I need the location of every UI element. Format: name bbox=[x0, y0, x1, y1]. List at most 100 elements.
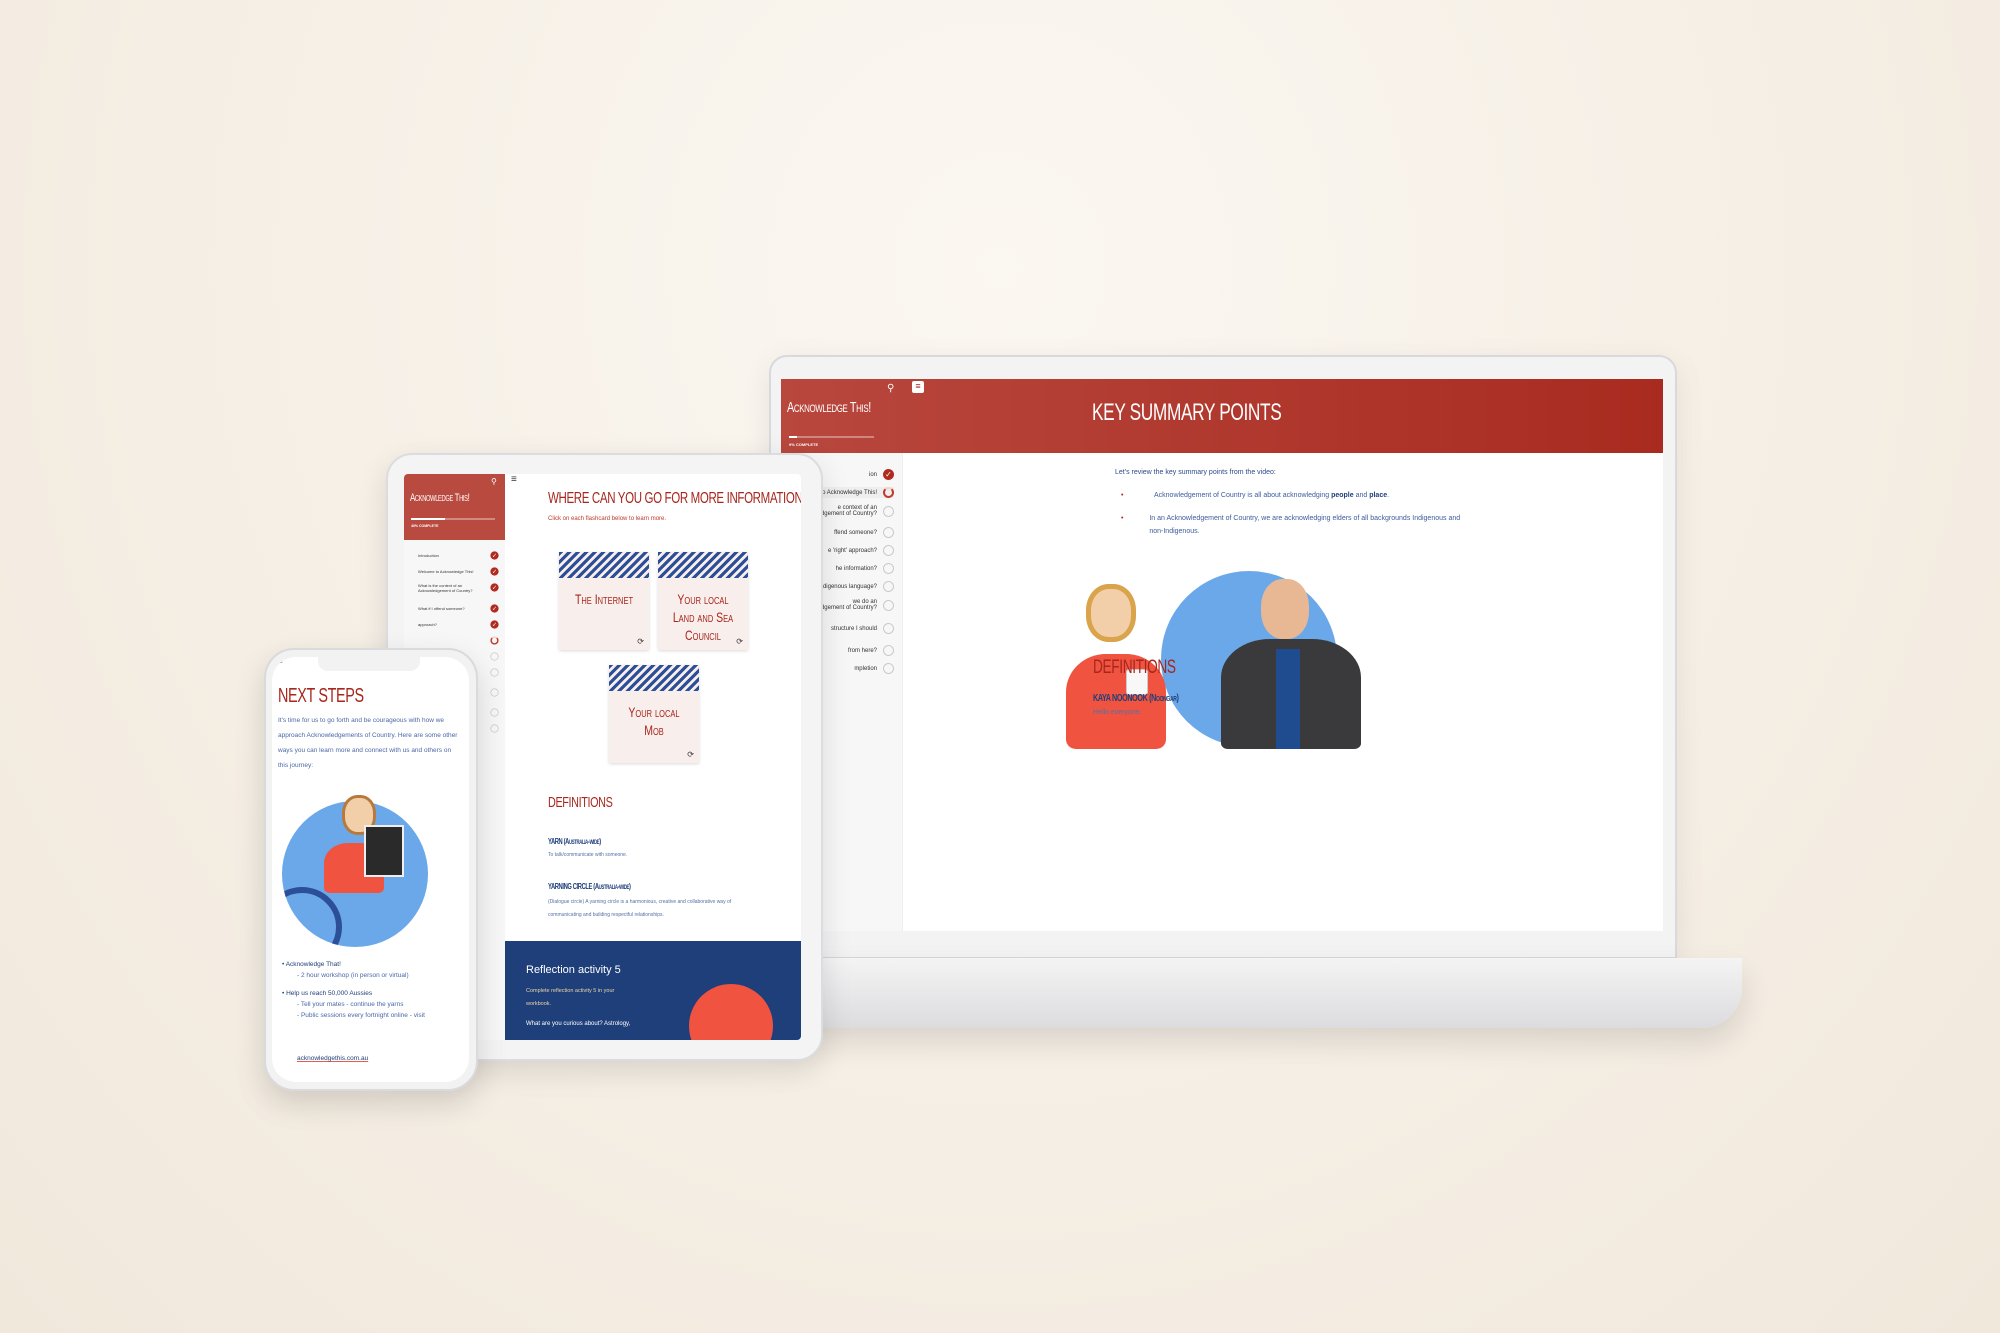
sidebar-item-label: What if I offend someone? bbox=[418, 606, 465, 611]
menu-icon[interactable]: ≡ bbox=[912, 381, 924, 393]
flip-icon: ⟳ bbox=[687, 750, 694, 759]
reflection-question: What are you curious about? Astrology, bbox=[526, 1021, 631, 1027]
sidebar-item-label: he information? bbox=[835, 565, 877, 572]
website-link[interactable]: acknowledgethis.com.au bbox=[297, 1055, 368, 1062]
incomplete-circle-icon bbox=[883, 545, 894, 556]
check-complete-icon: ✓ bbox=[883, 469, 894, 480]
bullet-icon: • bbox=[1121, 515, 1124, 522]
sidebar-item[interactable]: structure I should bbox=[831, 623, 894, 634]
sidebar-item[interactable] bbox=[410, 635, 500, 646]
incomplete-circle-icon bbox=[883, 645, 894, 656]
incomplete-circle-icon bbox=[883, 581, 894, 592]
sidebar-item-label: e 'right' approach? bbox=[828, 547, 877, 554]
flashcard[interactable]: Your local Mob ⟳ bbox=[609, 665, 699, 763]
incomplete-circle-icon bbox=[490, 652, 499, 661]
incomplete-circle-icon bbox=[490, 724, 499, 733]
laptop-base bbox=[752, 958, 1742, 1028]
sidebar-item[interactable]: ffend someone? bbox=[834, 527, 894, 538]
menu-icon[interactable]: ≡ bbox=[511, 474, 517, 485]
list-item-heading: • Help us reach 50,000 Aussies bbox=[282, 990, 373, 997]
sidebar-item-label: ffend someone? bbox=[834, 529, 877, 536]
incomplete-circle-icon bbox=[490, 708, 499, 717]
list-item-heading: • Acknowledge That! bbox=[282, 961, 341, 968]
in-progress-icon bbox=[490, 636, 499, 645]
progress-label: 9% COMPLETE bbox=[789, 442, 819, 447]
progress-bar bbox=[789, 436, 874, 438]
sidebar-item-label: approach? bbox=[418, 622, 437, 627]
bullet-text: Acknowledgement of Country is all about … bbox=[1154, 492, 1390, 499]
laptop-screen: Acknowledge This! ⚲ ≡ 9% COMPLETE KEY SU… bbox=[781, 379, 1663, 931]
sidebar-item-label: to Acknowledge This! bbox=[820, 489, 877, 496]
sidebar-item-label: mpletion bbox=[854, 665, 877, 672]
tablet-sidebar-header: ⚲ Acknowledge This! 40% COMPLETE bbox=[404, 474, 505, 540]
phone-notch bbox=[318, 657, 420, 671]
flashcard[interactable]: Your local Land and Sea Council ⟳ bbox=[658, 552, 748, 650]
sidebar-item[interactable]: he information? bbox=[836, 563, 894, 574]
sidebar-item[interactable]: e context of an dgement of Country? bbox=[821, 505, 894, 517]
incomplete-circle-icon bbox=[490, 688, 499, 697]
sidebar-item[interactable]: to Acknowledge This! bbox=[820, 487, 894, 498]
course-title: Acknowledge This! bbox=[787, 399, 871, 416]
reflection-text: Complete reflection activity 5 in your w… bbox=[526, 988, 615, 1007]
flip-icon: ⟳ bbox=[736, 637, 743, 646]
laptop-header: Acknowledge This! ⚲ ≡ 9% COMPLETE KEY SU… bbox=[781, 379, 1663, 453]
sidebar-item-label: Introduction bbox=[418, 553, 439, 558]
incomplete-circle-icon bbox=[883, 599, 894, 611]
menu-icon[interactable]: ≡ bbox=[278, 657, 283, 666]
sidebar-item[interactable]: from here? bbox=[848, 645, 894, 656]
list-item-detail: - Public sessions every fortnight online… bbox=[297, 1012, 425, 1019]
search-icon[interactable]: ⚲ bbox=[491, 477, 497, 486]
page-title: KEY SUMMARY POINTS bbox=[1092, 399, 1282, 426]
sidebar-item-label: What is the context of an Acknowledgemen… bbox=[418, 582, 473, 593]
sidebar-item-label: e context of an dgement of Country? bbox=[820, 505, 877, 517]
sidebar-item[interactable]: Indigenous language? bbox=[818, 581, 894, 592]
definitions-heading: DEFINITIONS bbox=[548, 794, 613, 811]
sidebar-item[interactable]: Introduction ✓ bbox=[410, 550, 500, 561]
definition-text: To talk/communicate with someone. bbox=[548, 852, 628, 858]
incomplete-circle-icon bbox=[883, 623, 894, 634]
bullet-text: In an Acknowledgement of Country, we are… bbox=[1149, 515, 1461, 535]
check-complete-icon: ✓ bbox=[490, 551, 499, 560]
flashcard[interactable]: The Internet ⟳ bbox=[559, 552, 649, 650]
phone-screen: ≡ NEXT STEPS It's time for us to go fort… bbox=[272, 657, 469, 1082]
course-title: Acknowledge This! bbox=[410, 492, 470, 504]
summary-bullet: • Acknowledgement of Country is all about… bbox=[1121, 489, 1461, 502]
sidebar-item[interactable]: What is the context of an Acknowledgemen… bbox=[410, 582, 500, 593]
progress-label: 40% COMPLETE bbox=[411, 524, 439, 528]
sidebar-item-label: ion bbox=[868, 471, 877, 478]
page-title: NEXT STEPS bbox=[278, 685, 364, 707]
check-complete-icon: ✓ bbox=[490, 604, 499, 613]
check-complete-icon: ✓ bbox=[490, 583, 499, 592]
progress-bar bbox=[411, 518, 495, 520]
page-title: WHERE CAN YOU GO FOR MORE INFORMATION? bbox=[548, 490, 801, 507]
avatar bbox=[689, 984, 773, 1040]
definitions-heading: DEFINITIONS bbox=[1093, 657, 1176, 678]
reflection-title: Reflection activity 5 bbox=[526, 964, 621, 976]
sidebar-item[interactable]: mpletion bbox=[854, 663, 894, 674]
search-icon[interactable]: ⚲ bbox=[887, 383, 894, 394]
sidebar-item[interactable]: Welcome to Acknowledge This! ✓ bbox=[410, 566, 500, 577]
incomplete-circle-icon bbox=[883, 663, 894, 674]
summary-intro: Let's review the key summary points from… bbox=[1115, 469, 1276, 476]
incomplete-circle-icon bbox=[883, 527, 894, 538]
sidebar-item-label: from here? bbox=[847, 647, 877, 654]
summary-list: • Acknowledgement of Country is all about… bbox=[1121, 489, 1461, 548]
next-steps-list: • Acknowledge That! - 2 hour workshop (in… bbox=[282, 959, 467, 1028]
incomplete-circle-icon bbox=[490, 668, 499, 677]
list-item-detail: - 2 hour workshop (in person or virtual) bbox=[297, 972, 409, 979]
sidebar-item[interactable]: e 'right' approach? bbox=[828, 545, 894, 556]
list-item: • Help us reach 50,000 Aussies - Tell you… bbox=[282, 988, 467, 1021]
bullet-icon: • bbox=[1121, 492, 1124, 499]
check-complete-icon: ✓ bbox=[490, 567, 499, 576]
sidebar-item[interactable]: ion ✓ bbox=[869, 469, 894, 480]
sidebar-item-label: structure I should bbox=[830, 625, 877, 632]
sidebar-item[interactable]: What if I offend someone? ✓ bbox=[410, 603, 500, 614]
list-item-detail: - Tell your mates - continue the yarns bbox=[297, 1001, 404, 1008]
in-progress-icon bbox=[883, 487, 894, 498]
list-item: • Acknowledge That! - 2 hour workshop (in… bbox=[282, 959, 467, 981]
sidebar-item[interactable]: approach? ✓ bbox=[410, 619, 500, 630]
incomplete-circle-icon bbox=[883, 505, 894, 517]
check-complete-icon: ✓ bbox=[490, 620, 499, 629]
page-subtitle: Click on each flashcard below to learn m… bbox=[548, 516, 667, 522]
sidebar-item[interactable]: we do an dgement of Country? bbox=[821, 599, 894, 611]
